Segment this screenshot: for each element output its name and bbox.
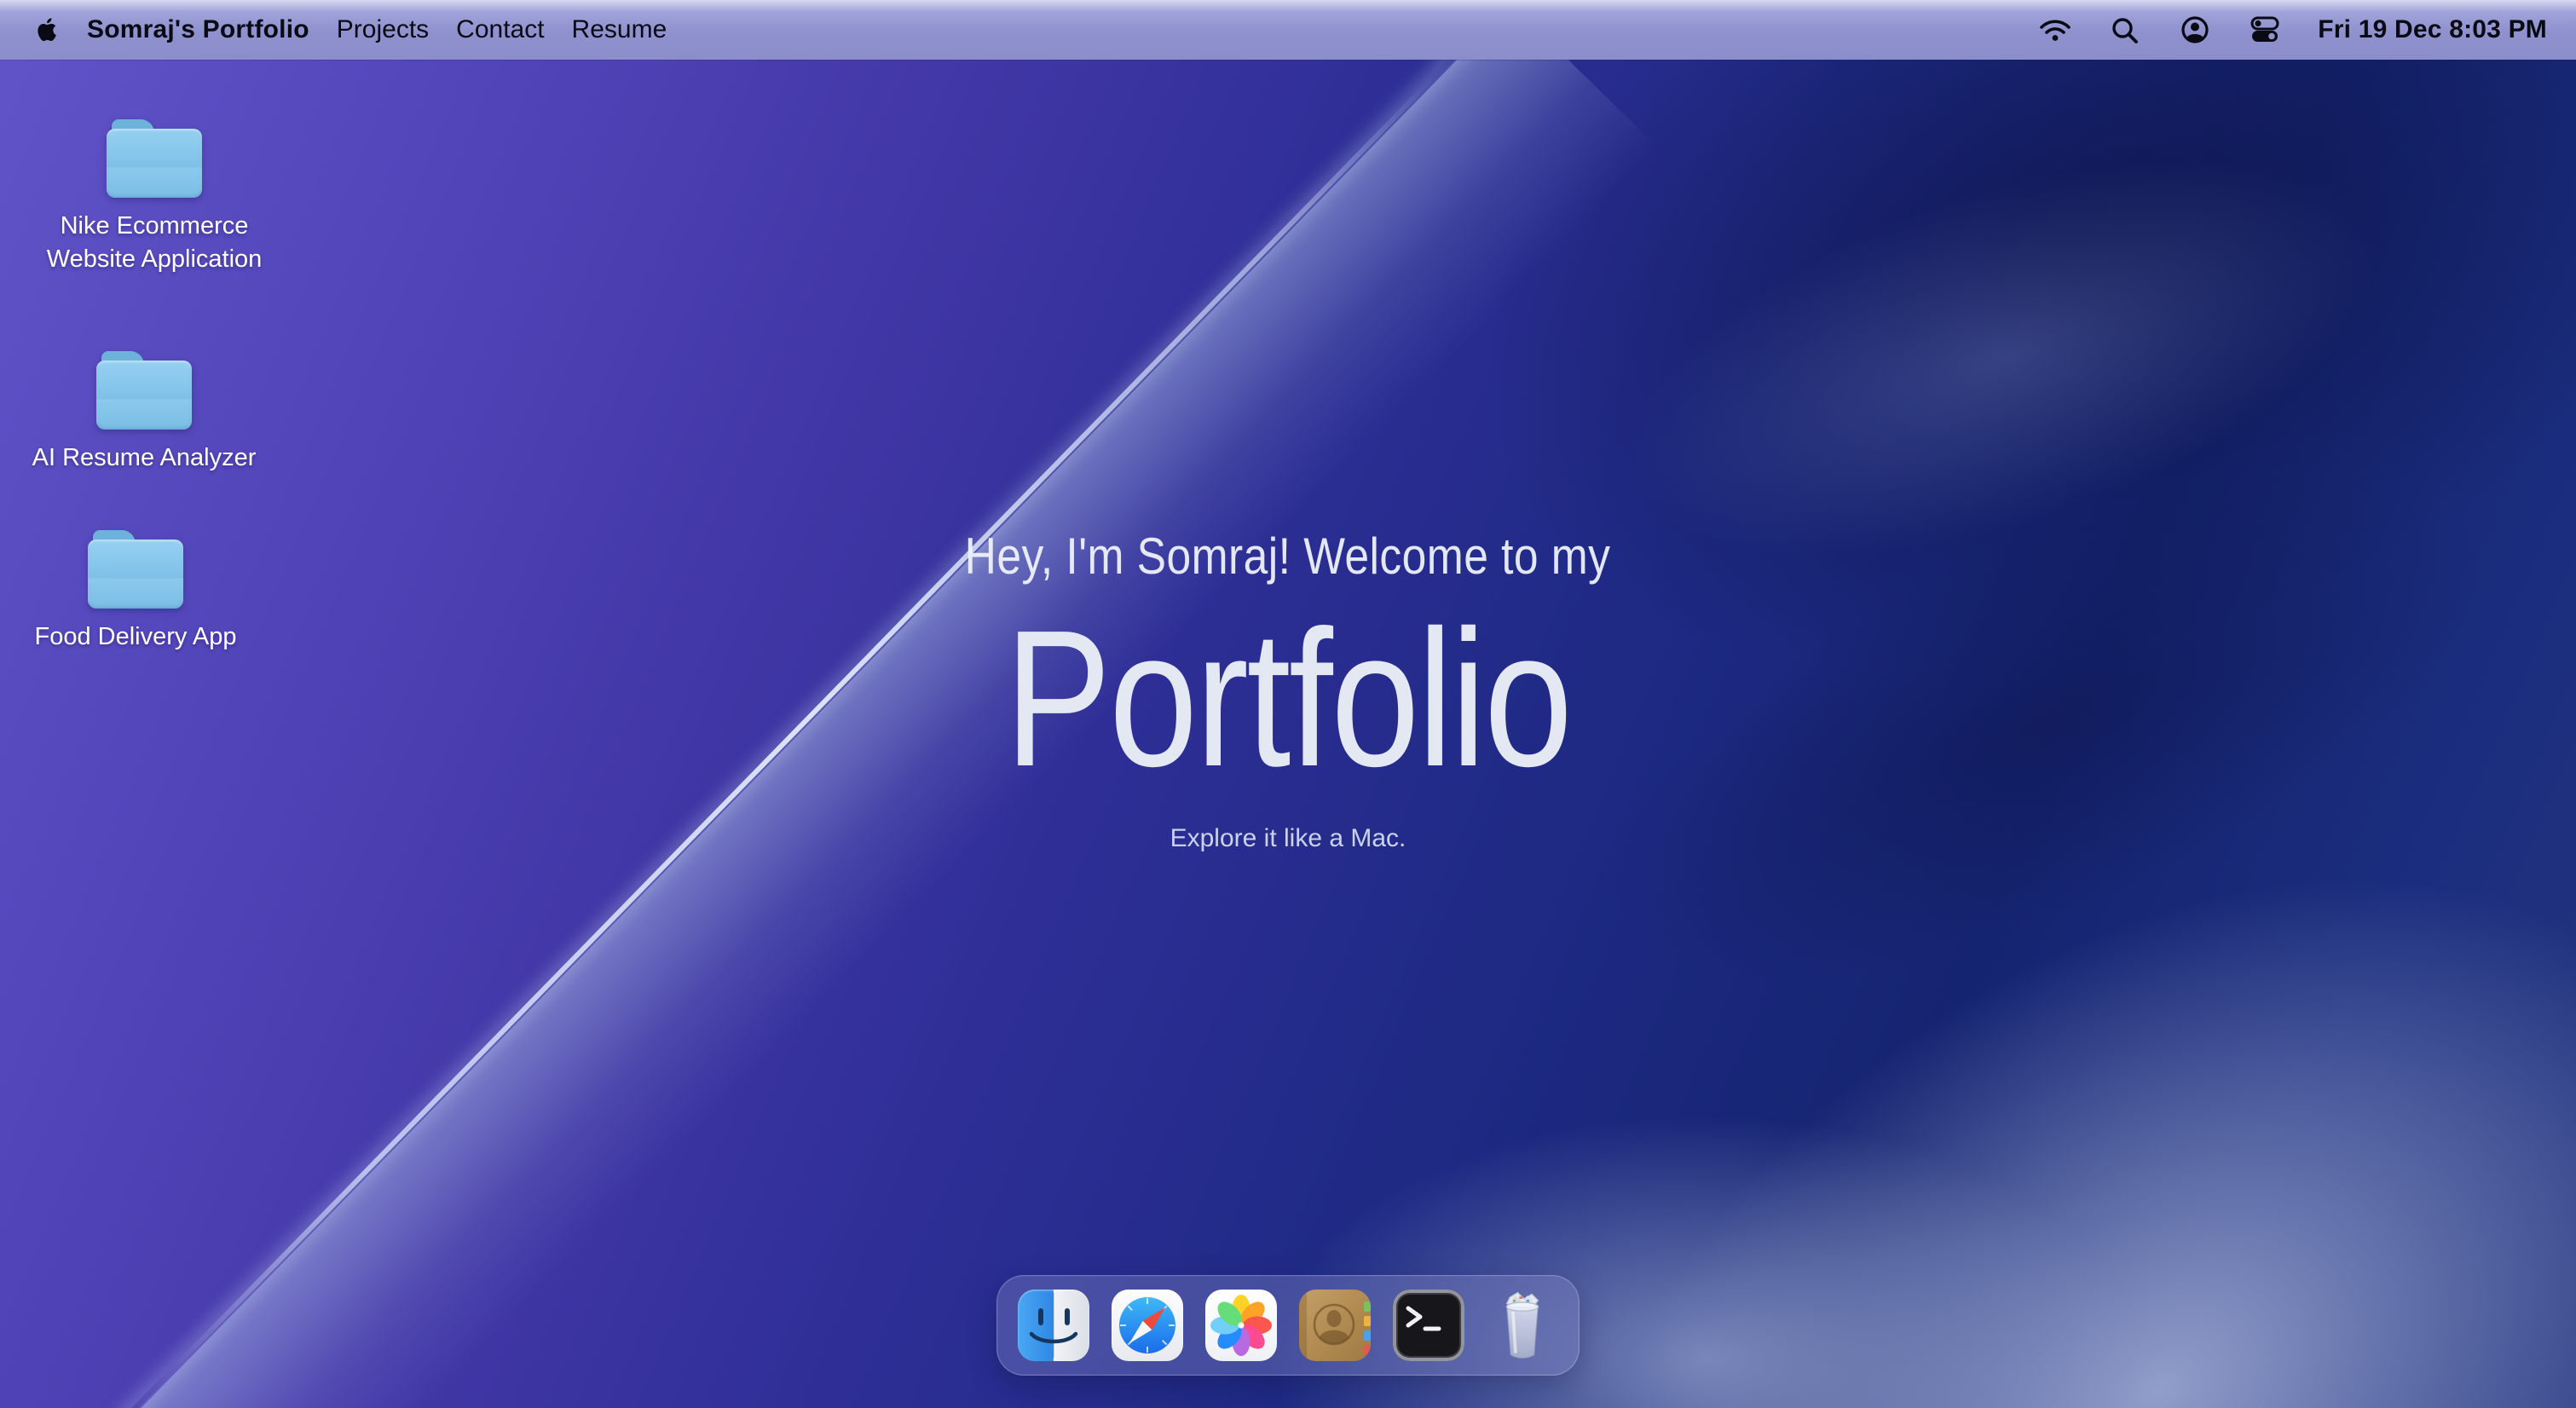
portfolio-desktop: { "menu_bar": { "app_title": "Somraj's P… [0,0,2576,1408]
menubar-clock[interactable]: Fri 19 Dec 8:03 PM [2318,15,2547,44]
hero-section: Hey, I'm Somraj! Welcome to my Portfolio… [0,524,2576,853]
wallpaper-light-corner [870,187,2576,1408]
app-title-menu[interactable]: Somraj's Portfolio [87,15,309,44]
menu-bar: Somraj's Portfolio Projects Contact Resu… [0,0,2576,60]
dock-trash-icon[interactable] [1487,1290,1558,1361]
dock-terminal-icon[interactable] [1393,1290,1464,1361]
folder-icon [107,119,202,198]
hero-greeting: Hey, I'm Somraj! Welcome to my [965,524,1611,588]
contacts-book [1299,1290,1371,1361]
photos-pinwheel [1205,1290,1277,1361]
desktop-folder-food-delivery-app[interactable]: Food Delivery App [12,530,259,654]
apple-icon [34,14,60,45]
folder-icon [96,351,192,430]
dock-photos-icon[interactable] [1205,1290,1277,1361]
search-icon[interactable] [2108,14,2142,45]
user-icon[interactable] [2178,14,2212,45]
desktop-folder-nike-ecommerce[interactable]: Nike Ecommerce Website Application [31,119,278,276]
folder-icon [88,530,183,609]
terminal-prompt [1393,1290,1464,1361]
trash-full-basket [1487,1290,1558,1361]
dock [996,1275,1580,1376]
folder-label: Nike Ecommerce Website Application [31,210,278,276]
wallpaper-upper-glow [1357,0,2576,786]
folder-label: AI Resume Analyzer [32,441,257,475]
control-center-icon[interactable] [2248,14,2282,45]
apple-menu[interactable] [34,14,60,45]
desktop-folder-ai-resume-analyzer[interactable]: AI Resume Analyzer [20,351,268,475]
wallpaper-dark-wave [970,0,2576,1138]
menu-item-resume[interactable]: Resume [572,15,667,44]
menu-item-contact[interactable]: Contact [456,15,544,44]
hero-title: Portfolio [1005,600,1571,799]
menu-item-projects[interactable]: Projects [337,15,429,44]
folder-label: Food Delivery App [35,620,237,654]
dock-contacts-icon[interactable] [1299,1290,1371,1361]
desktop-wallpaper [0,0,2576,1408]
wallpaper-dark-wave-2 [1223,140,2576,1309]
safari-compass [1112,1290,1183,1361]
wifi-icon[interactable] [2038,14,2072,45]
dock-safari-icon[interactable] [1112,1290,1183,1361]
hero-subtitle: Explore it like a Mac. [0,824,2576,853]
finder-face [1018,1290,1089,1361]
dock-finder-icon[interactable] [1018,1290,1089,1361]
